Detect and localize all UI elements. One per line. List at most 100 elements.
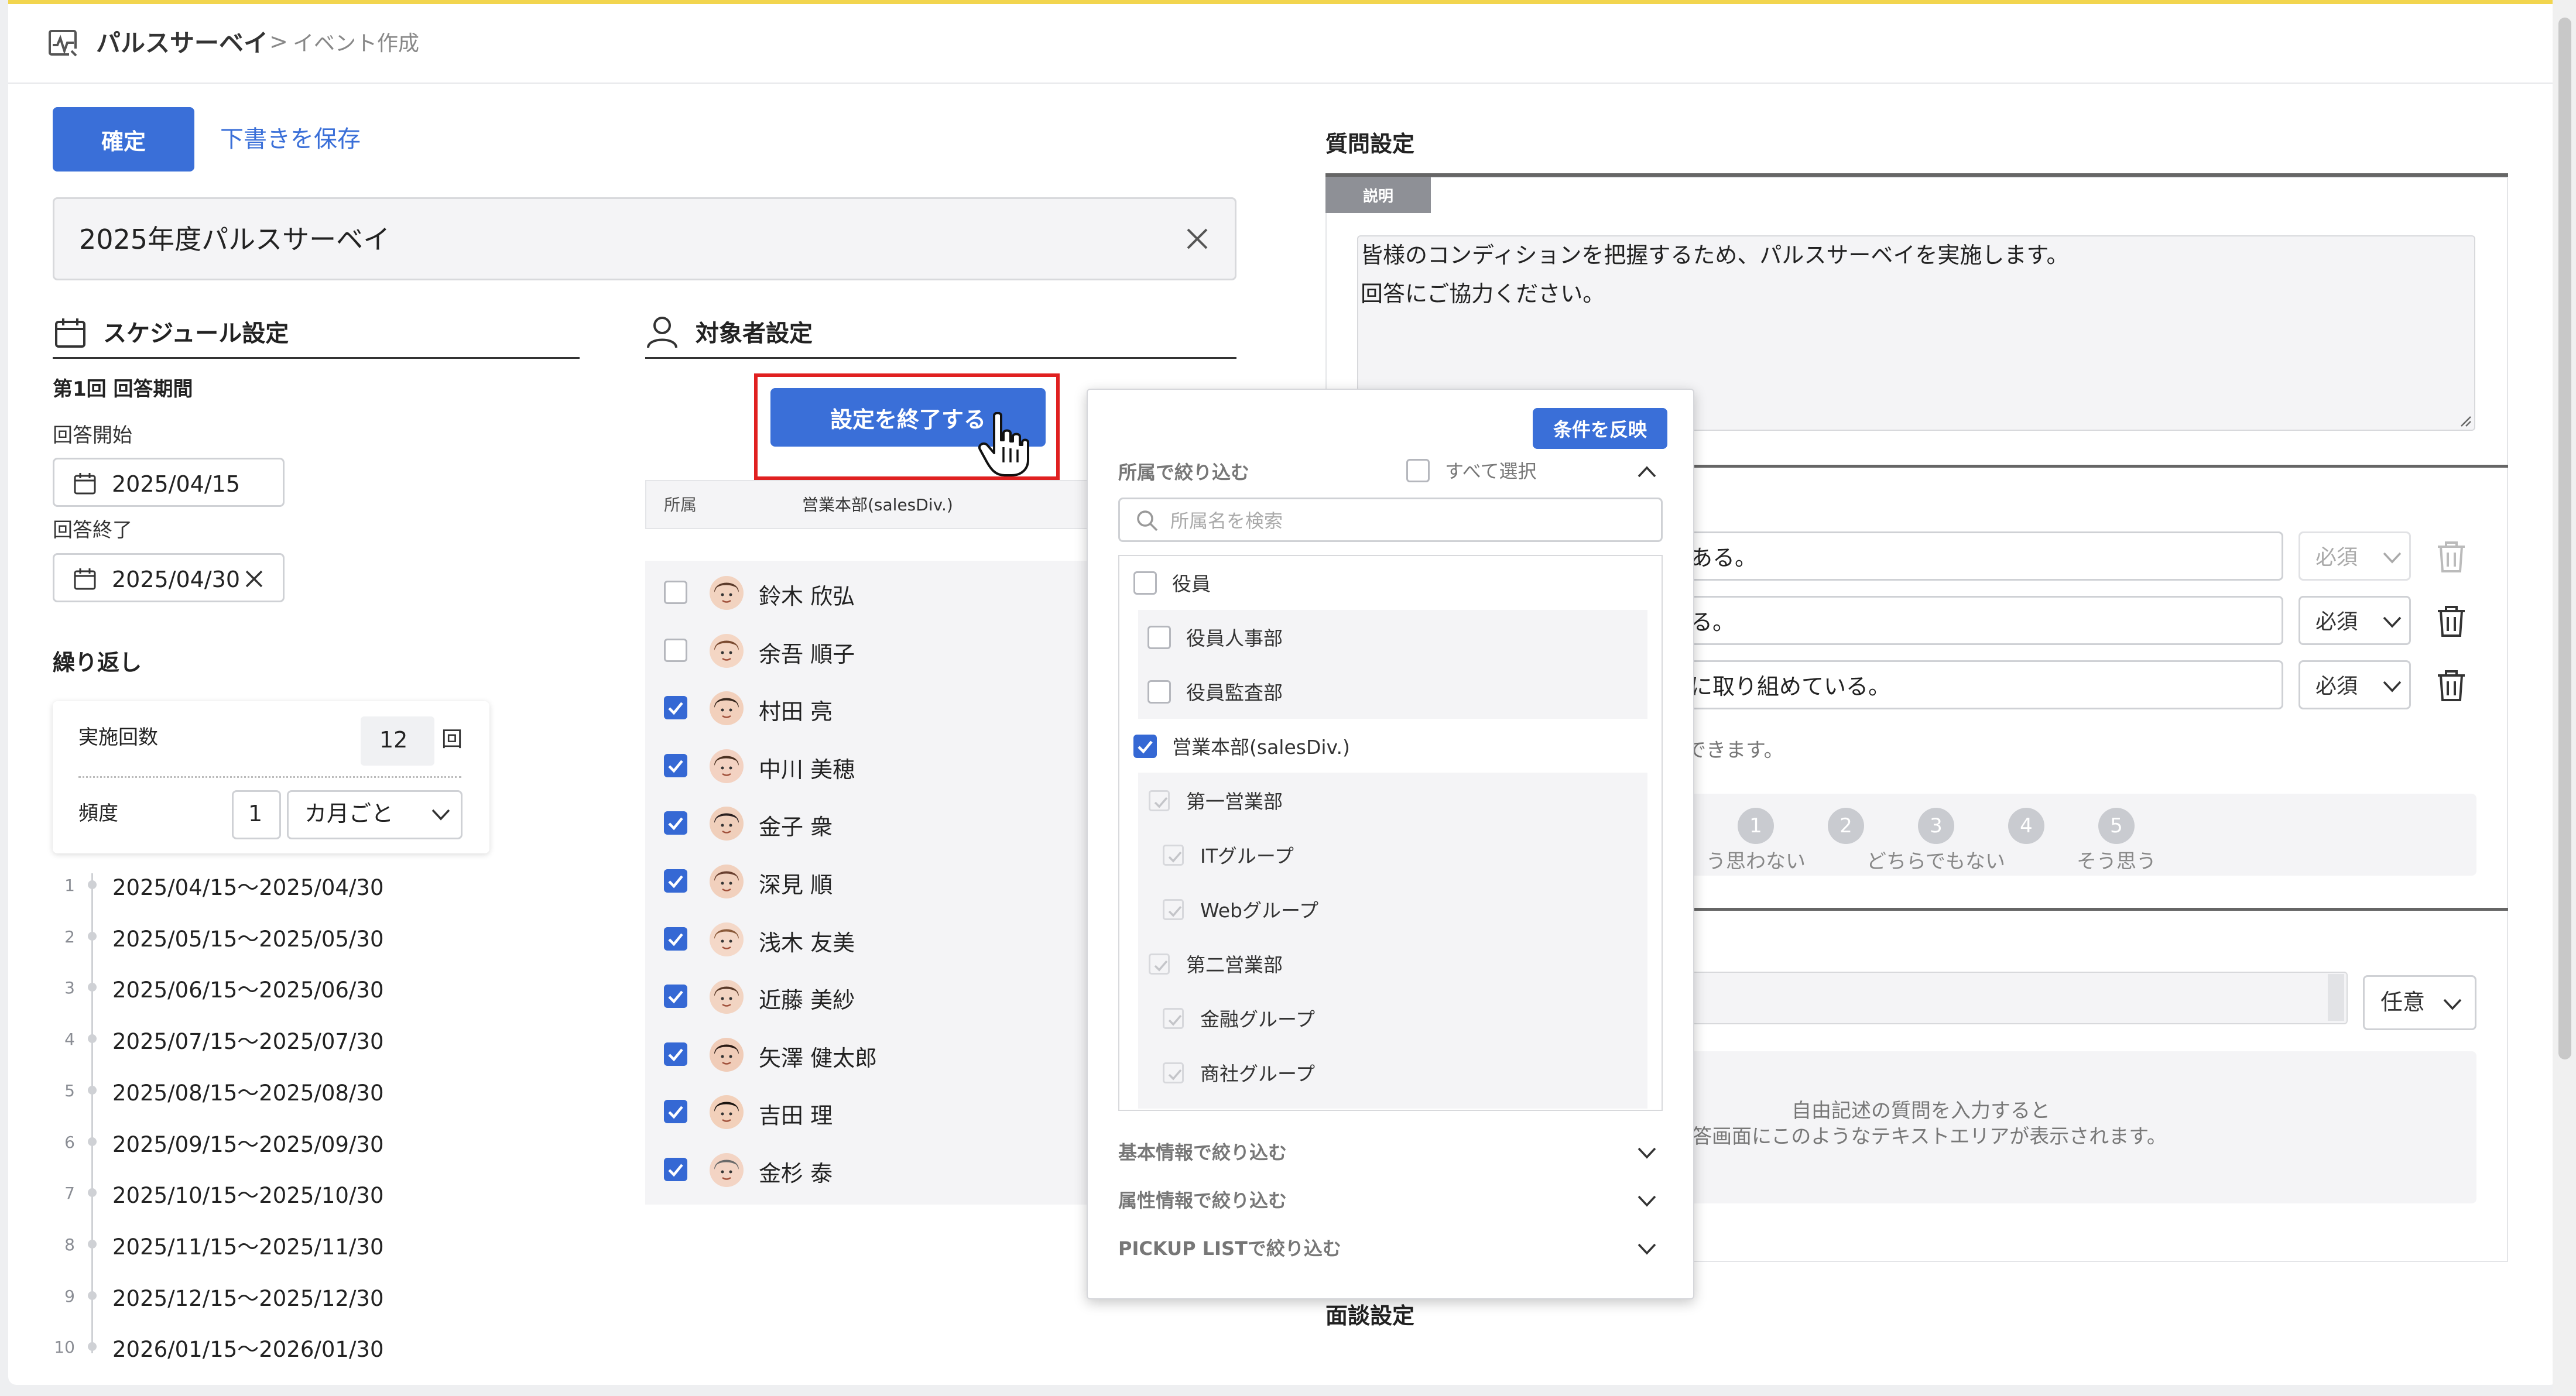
schedule-row-range: 2025/10/15〜2025/10/30 [112,1183,384,1209]
schedule-row-range: 2025/06/15〜2025/06/30 [112,977,384,1003]
question-text-input[interactable]: ある。 [1674,531,2283,581]
basic-filter-label[interactable]: 基本情報で絞り込む [1118,1141,1287,1164]
free-preview-line-1: 自由記述の質問を入力すると [1791,1099,2050,1123]
question-text-value: る。 [1690,609,1735,635]
schedule-row-range: 2025/12/15〜2025/12/30 [112,1285,384,1311]
chevron-up-icon[interactable] [1637,465,1657,479]
dept-checkbox [1163,845,1184,866]
header: パルスサーベイ > イベント作成 [8,4,2558,84]
person-checkbox[interactable] [664,1158,687,1181]
scale-option: 3 [1918,808,1954,844]
person-name: 矢澤 健太郎 [759,1045,878,1071]
pulse-survey-icon [48,28,80,59]
person-checkbox[interactable] [664,927,687,951]
person-name: 深見 順 [759,872,833,898]
free-required-value: 任意 [2380,989,2426,1015]
dept-checkbox[interactable] [1133,571,1157,595]
chevron-down-icon[interactable] [1637,1194,1657,1208]
pickup-filter-label[interactable]: PICKUP LISTで絞り込む [1118,1237,1341,1260]
trash-icon[interactable] [2435,540,2467,574]
dept-checkbox[interactable] [1147,680,1171,704]
person-name: 浅木 友美 [759,929,855,956]
end-label: 回答終了 [53,519,132,542]
count-value: 12 [379,727,408,753]
question-section-title: 質問設定 [1325,131,1415,157]
scale-label: う思わない [1706,850,1806,873]
frequency-label: 頻度 [78,802,118,825]
avatar [710,980,744,1014]
schedule-row-range: 2025/04/15〜2025/04/30 [112,875,384,900]
dept-label: 役員人事部 [1186,627,1283,650]
clear-icon[interactable] [1184,226,1210,252]
schedule-row-range: 2025/05/15〜2025/05/30 [112,926,384,952]
person-checkbox[interactable] [664,985,687,1009]
confirm-button[interactable]: 確定 [53,107,194,172]
person-name: 村田 亮 [759,699,833,725]
dept-label: 第一営業部 [1186,790,1283,813]
question-text-value: ある。 [1690,545,1758,571]
question-text-input[interactable]: る。 [1674,596,2283,645]
start-date-value: 2025/04/15 [112,471,241,497]
dept-checkbox [1149,790,1170,811]
hand-cursor-icon [977,412,1030,478]
dept-checkbox [1163,899,1184,920]
person-checkbox[interactable] [664,1042,687,1066]
chevron-down-icon[interactable] [1637,1242,1657,1256]
schedule-row-number: 3 [64,978,75,998]
dept-checkbox[interactable] [1147,626,1171,649]
apply-filter-button[interactable]: 条件を反映 [1533,408,1667,449]
free-text-input[interactable] [1686,972,2348,1024]
attr-filter-label[interactable]: 属性情報で絞り込む [1118,1189,1287,1212]
person-checkbox[interactable] [664,1100,687,1124]
person-icon [645,315,679,349]
required-select[interactable]: 必須 [2298,660,2411,709]
scale-option: 1 [1738,808,1774,844]
dept-search-input[interactable]: 所属名を検索 [1118,498,1663,542]
required-select[interactable]: 必須 [2298,531,2411,581]
resize-handle-icon[interactable] [2459,414,2472,427]
person-checkbox[interactable] [664,811,687,835]
schedule-row-range: 2025/11/15〜2025/11/30 [112,1234,384,1260]
dept-label: 役員監査部 [1186,681,1283,704]
person-checkbox[interactable] [664,753,687,777]
dept-checkbox [1163,1008,1184,1029]
chevron-down-icon [2443,997,2462,1011]
trash-icon[interactable] [2435,668,2467,702]
avatar [710,691,744,726]
chevron-down-icon [2382,551,2402,565]
required-select[interactable]: 必須 [2298,596,2411,645]
person-name: 鈴木 欣弘 [759,584,855,609]
question-text-input[interactable]: に取り組めている。 [1674,660,2283,709]
dept-filter-label[interactable]: 所属で絞り込む [1118,461,1249,483]
scale-option: 2 [1828,808,1864,844]
chevron-down-icon[interactable] [1637,1146,1657,1160]
question-text-value: に取り組めている。 [1690,674,1891,699]
period-heading: 第1回 回答期間 [53,378,193,401]
person-checkbox[interactable] [664,696,687,720]
dept-checkbox[interactable] [1133,735,1157,758]
select-all-checkbox[interactable] [1406,459,1430,482]
avatar [710,865,744,898]
clear-date-icon[interactable] [244,569,264,589]
timeline-dot [88,931,97,941]
schedule-divider [53,357,580,359]
person-checkbox[interactable] [664,869,687,893]
dept-checkbox [1149,953,1170,975]
timeline-dot [88,1137,97,1146]
save-draft-link[interactable]: 下書きを保存 [220,125,361,153]
page-scrollbar[interactable] [2553,0,2576,1396]
person-checkbox[interactable] [664,638,687,662]
start-date-field[interactable]: 2025/04/15 [53,458,285,507]
schedule-row-range: 2025/09/15〜2025/09/30 [112,1131,384,1157]
trash-icon[interactable] [2435,604,2467,638]
repeat-divider [78,776,461,778]
target-section-title: 対象者設定 [696,320,813,347]
app-name[interactable]: パルスサーベイ [96,29,268,58]
dept-label: 役員 [1172,572,1211,595]
person-checkbox[interactable] [664,581,687,604]
event-title-input[interactable]: 2025年度パルスサーベイ [53,197,1236,280]
schedule-row-number: 1 [64,876,75,895]
count-label: 実施回数 [78,726,158,749]
end-date-field[interactable]: 2025/04/30 [53,553,285,602]
end-date-value: 2025/04/30 [112,567,241,592]
